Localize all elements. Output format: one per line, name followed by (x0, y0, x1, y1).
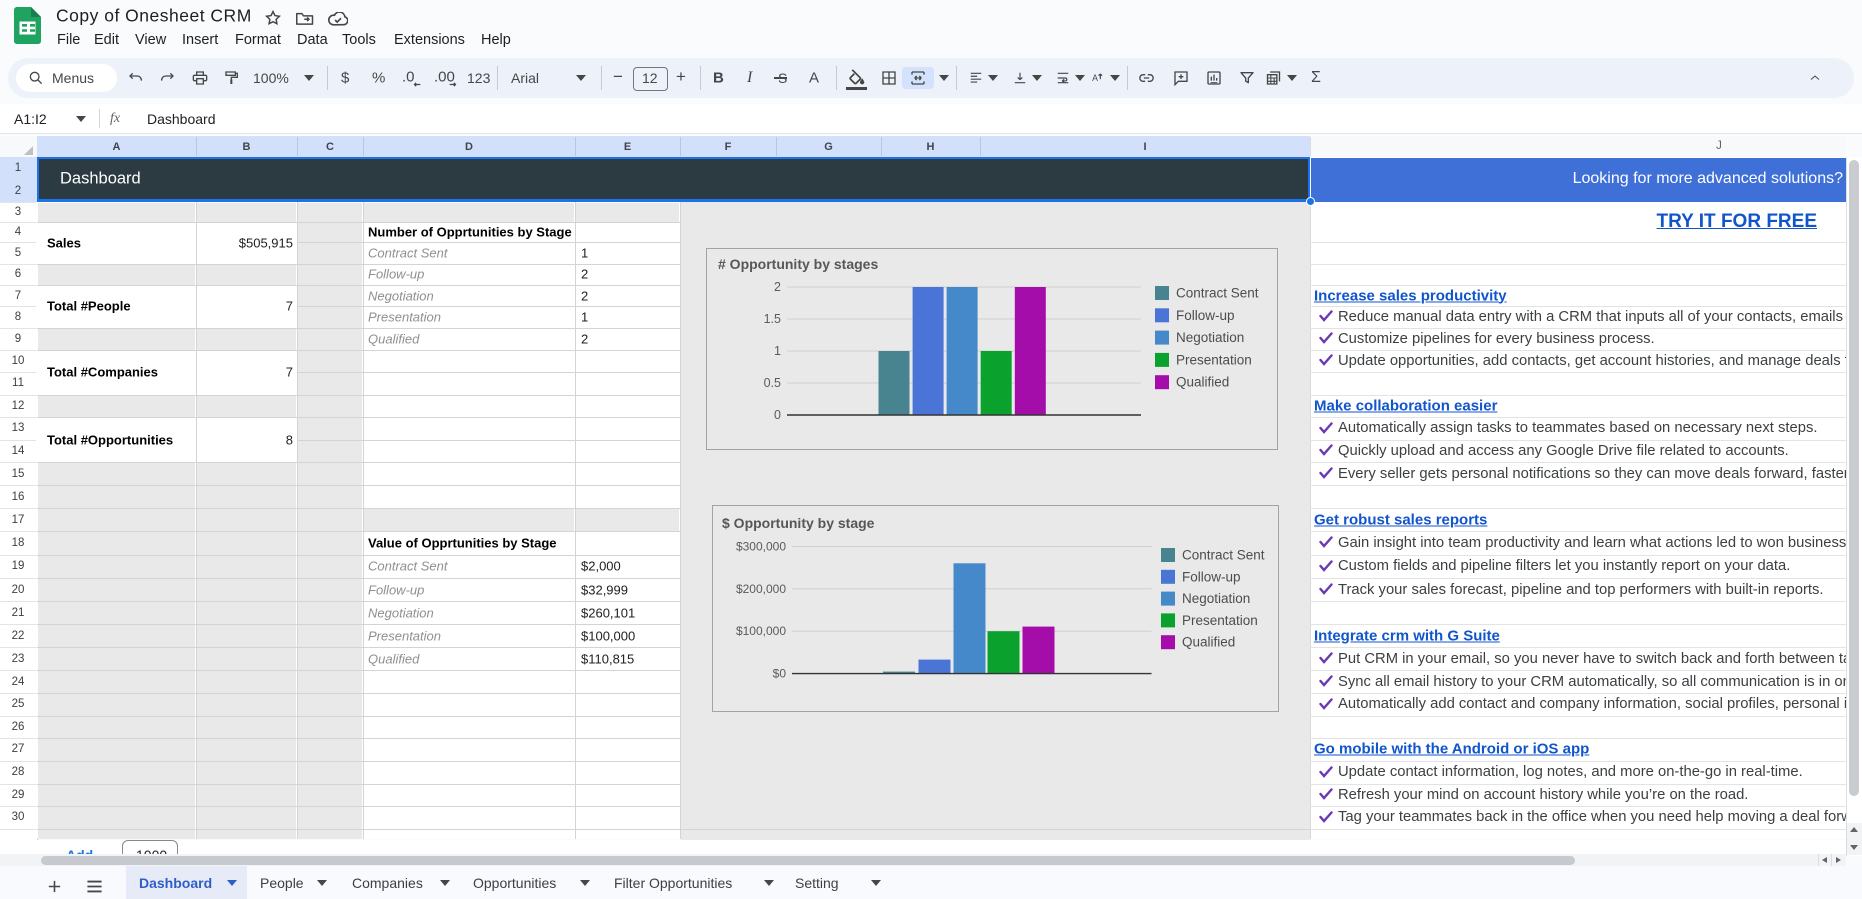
svg-text:Negotiation: Negotiation (1176, 330, 1244, 345)
svg-text:Qualified: Qualified (1182, 635, 1235, 650)
svg-text:Follow-up: Follow-up (1182, 569, 1241, 584)
svg-text:A: A (1092, 73, 1098, 83)
svg-text:$0: $0 (773, 667, 787, 681)
svg-text:1.5: 1.5 (764, 312, 781, 326)
svg-text:Follow-up: Follow-up (1176, 308, 1235, 323)
svg-text:Qualified: Qualified (1176, 375, 1229, 390)
svg-text:$100,000: $100,000 (736, 624, 786, 638)
svg-text:$300,000: $300,000 (736, 540, 786, 554)
svg-text:Presentation: Presentation (1182, 613, 1258, 628)
svg-text:Negotiation: Negotiation (1182, 591, 1250, 606)
svg-text:Contract Sent: Contract Sent (1176, 286, 1259, 301)
svg-text:0.5: 0.5 (764, 376, 781, 390)
svg-text:Presentation: Presentation (1176, 352, 1252, 367)
svg-text:# Opportunity by stages: # Opportunity by stages (718, 256, 878, 272)
svg-text:$200,000: $200,000 (736, 582, 786, 596)
svg-text:2: 2 (774, 280, 781, 294)
svg-text:0: 0 (774, 408, 781, 422)
svg-text:Contract Sent: Contract Sent (1182, 548, 1265, 563)
svg-text:1: 1 (774, 344, 781, 358)
svg-text:$ Opportunity by stage: $ Opportunity by stage (722, 515, 875, 531)
